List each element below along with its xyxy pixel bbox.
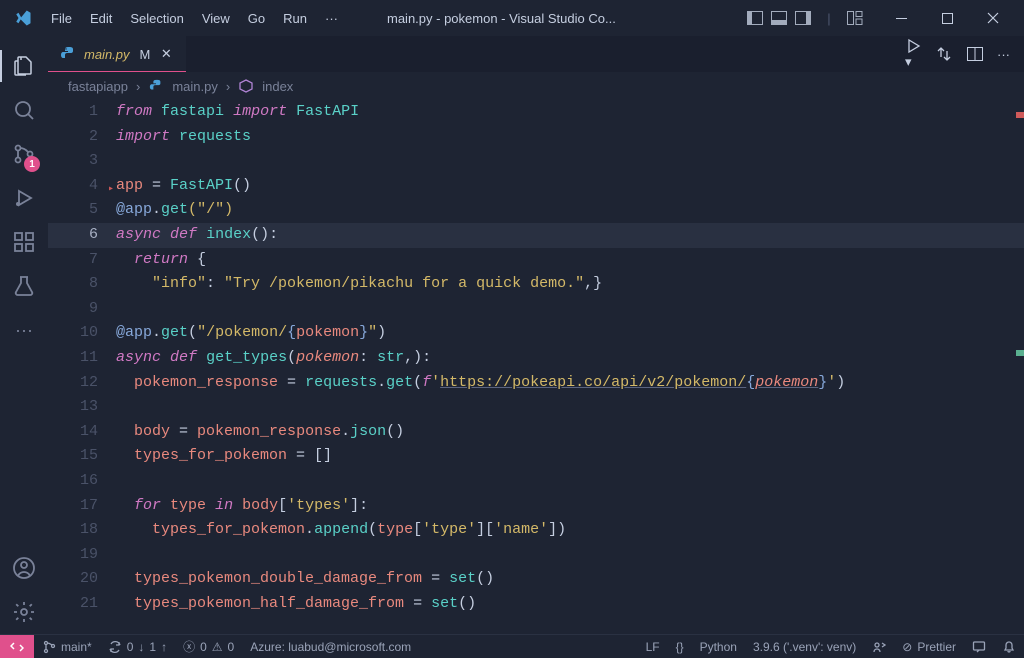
- toggle-panel-icon[interactable]: [770, 11, 788, 25]
- more-icon[interactable]: ···: [0, 308, 48, 352]
- scm-badge: 1: [24, 156, 40, 172]
- editor-group: main.py M ✕ ▾ ··· fastapiapp › main.py ›…: [48, 36, 1024, 634]
- breadcrumb-file[interactable]: main.py: [172, 79, 218, 94]
- explorer-icon[interactable]: [0, 44, 48, 88]
- breadcrumb-folder[interactable]: fastapiapp: [68, 79, 128, 94]
- tab-label: main.py: [84, 47, 130, 62]
- toggle-secondary-sidebar-icon[interactable]: [794, 11, 812, 25]
- source-control-icon[interactable]: 1: [0, 132, 48, 176]
- feedback-icon[interactable]: [964, 635, 994, 658]
- toggle-primary-sidebar-icon[interactable]: [746, 11, 764, 25]
- maximize-button[interactable]: [924, 0, 970, 36]
- python-interpreter[interactable]: 3.9.6 ('.venv': venv): [745, 635, 864, 658]
- split-editor-icon[interactable]: [967, 47, 983, 61]
- tab-close-icon[interactable]: ✕: [158, 46, 174, 62]
- symbol-function-icon: [238, 78, 254, 94]
- editor-more-icon[interactable]: ···: [997, 47, 1010, 62]
- azure-account[interactable]: Azure: luabud@microsoft.com: [242, 635, 419, 658]
- accounts-icon[interactable]: [0, 546, 48, 590]
- menu-run[interactable]: Run: [274, 11, 316, 26]
- editor-actions: ▾ ···: [891, 36, 1024, 72]
- python-file-icon: [60, 46, 76, 62]
- remote-indicator[interactable]: [0, 635, 34, 658]
- menu-more[interactable]: ···: [316, 11, 347, 26]
- live-share-icon[interactable]: [864, 635, 894, 658]
- layout-controls: |: [746, 11, 864, 25]
- python-file-icon: [148, 78, 164, 94]
- status-bar: main* 0↓ 1↑ ⓧ0⚠0 Azure: luabud@microsoft…: [0, 634, 1024, 658]
- compare-changes-icon[interactable]: [935, 46, 953, 62]
- code-editor[interactable]: 1234 5678 9101112 13141516 17181920 21 ▸…: [48, 100, 1024, 634]
- menu-view[interactable]: View: [193, 11, 239, 26]
- menu-go[interactable]: Go: [239, 11, 274, 26]
- title-bar: File Edit Selection View Go Run ··· main…: [0, 0, 1024, 36]
- breadcrumb-symbol[interactable]: index: [262, 79, 293, 94]
- run-file-icon[interactable]: ▾: [905, 38, 921, 70]
- tab-modified-indicator: M: [140, 47, 151, 62]
- activity-bar: 1 ···: [0, 36, 48, 634]
- minimize-button[interactable]: [878, 0, 924, 36]
- notifications-icon[interactable]: [994, 635, 1024, 658]
- bracket-indicator[interactable]: {}: [668, 635, 692, 658]
- extensions-icon[interactable]: [0, 220, 48, 264]
- search-icon[interactable]: [0, 88, 48, 132]
- sync-status[interactable]: 0↓ 1↑: [100, 635, 175, 658]
- problems-status[interactable]: ⓧ0⚠0: [175, 635, 242, 658]
- run-debug-icon[interactable]: [0, 176, 48, 220]
- tab-bar: main.py M ✕ ▾ ···: [48, 36, 1024, 72]
- menu-file[interactable]: File: [42, 11, 81, 26]
- eol-indicator[interactable]: LF: [638, 635, 668, 658]
- tab-main-py[interactable]: main.py M ✕: [48, 36, 186, 72]
- settings-gear-icon[interactable]: [0, 590, 48, 634]
- close-button[interactable]: [970, 0, 1016, 36]
- git-branch[interactable]: main*: [34, 635, 100, 658]
- prettier-status[interactable]: ⊘Prettier: [894, 635, 964, 658]
- menu-edit[interactable]: Edit: [81, 11, 121, 26]
- breadcrumb[interactable]: fastapiapp › main.py › index: [48, 72, 1024, 100]
- language-mode[interactable]: Python: [692, 635, 745, 658]
- vscode-logo-icon: [12, 7, 34, 29]
- menu-selection[interactable]: Selection: [121, 11, 192, 26]
- customize-layout-icon[interactable]: [846, 11, 864, 25]
- testing-icon[interactable]: [0, 264, 48, 308]
- window-title: main.py - pokemon - Visual Studio Co...: [387, 11, 616, 26]
